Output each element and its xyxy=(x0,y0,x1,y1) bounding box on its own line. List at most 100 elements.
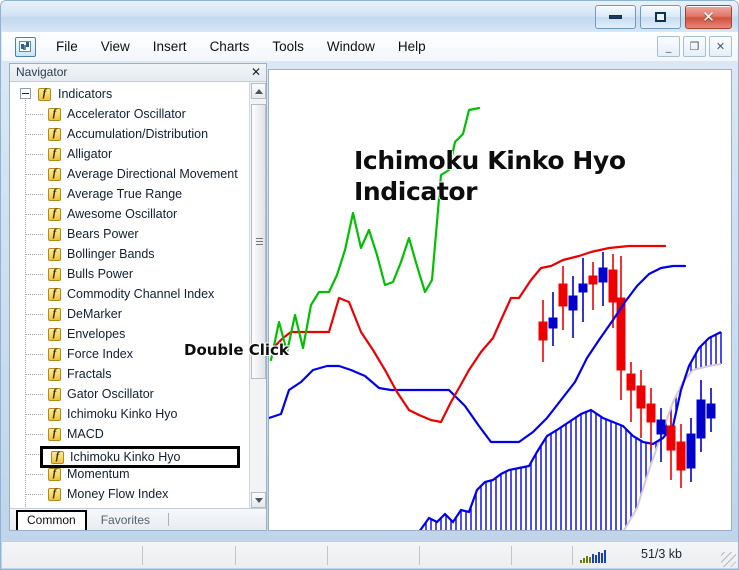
indicator-function-icon xyxy=(48,427,61,441)
navigator-close-icon[interactable]: ✕ xyxy=(251,64,261,80)
mdi-restore-button[interactable]: ❐ xyxy=(683,36,706,57)
traffic-label: 51/3 kb xyxy=(641,547,683,561)
selected-indicator-label: Ichimoku Kinko Hyo xyxy=(70,450,181,464)
navigator-scrollbar[interactable] xyxy=(249,82,266,509)
indicator-function-icon xyxy=(48,187,61,201)
tree-root-label: Indicators xyxy=(58,87,113,101)
menu-item-view[interactable]: View xyxy=(90,35,141,58)
tree-item-label: Bears Power xyxy=(67,227,139,241)
candle-body xyxy=(538,321,548,341)
tree-item-bulls-power[interactable]: Bulls Power xyxy=(10,264,249,284)
candle-body xyxy=(568,295,578,311)
selected-indicator-highlight[interactable]: Ichimoku Kinko Hyo xyxy=(40,446,240,468)
window-maximize-button[interactable] xyxy=(640,5,681,29)
tree-item-label: Awesome Oscillator xyxy=(67,207,178,221)
window-close-button[interactable]: ✕ xyxy=(685,5,732,29)
indicator-function-icon xyxy=(48,467,61,481)
signal-bar xyxy=(592,554,594,563)
menu-item-charts[interactable]: Charts xyxy=(199,35,261,58)
signal-bar xyxy=(589,557,591,563)
resize-grip-icon[interactable] xyxy=(721,552,736,567)
tree-item-label: Money Flow Index xyxy=(67,487,169,501)
status-divider xyxy=(142,546,143,565)
navigator-tree-body: Indicators Accelerator Oscillator Accumula… xyxy=(10,82,266,509)
application-window: ✕ File View Insert Charts Tools Window H… xyxy=(0,0,739,570)
status-divider xyxy=(327,546,328,565)
menu-item-help[interactable]: Help xyxy=(387,35,437,58)
indicator-function-icon xyxy=(51,450,64,464)
navigator-header: Navigator ✕ xyxy=(10,64,266,82)
tree-item-gator-oscillator[interactable]: Gator Oscillator xyxy=(10,384,249,404)
mdi-close-button[interactable]: ✕ xyxy=(709,36,732,57)
tree-item-demarker[interactable]: DeMarker xyxy=(10,304,249,324)
candle-body xyxy=(588,275,598,285)
menu-item-file[interactable]: File xyxy=(45,35,89,58)
signal-bar xyxy=(595,555,597,563)
signal-bar xyxy=(583,558,585,563)
tree-item-accumulation-distribution[interactable]: Accumulation/Distribution xyxy=(10,124,249,144)
candle-body xyxy=(686,433,696,469)
menu-bar: File View Insert Charts Tools Window Hel… xyxy=(2,32,738,61)
candle-body xyxy=(548,317,558,329)
tree-item-alligator[interactable]: Alligator xyxy=(10,144,249,164)
tree-item-average-directional-movement[interactable]: Average Directional Movement xyxy=(10,164,249,184)
maximize-icon xyxy=(655,12,666,22)
indicator-function-icon xyxy=(48,207,61,221)
tree-item-label: Accumulation/Distribution xyxy=(67,127,209,141)
tree-item-average-true-range[interactable]: Average True Range xyxy=(10,184,249,204)
candle-body xyxy=(656,419,666,435)
candle-body xyxy=(558,283,568,307)
tree-connector-icon xyxy=(26,234,43,235)
menu-item-window[interactable]: Window xyxy=(316,35,386,58)
tree-connector-icon xyxy=(26,334,43,335)
menu-item-tools[interactable]: Tools xyxy=(261,35,315,58)
indicator-function-icon xyxy=(48,387,61,401)
app-logo-icon xyxy=(15,36,36,57)
collapse-icon[interactable] xyxy=(20,88,31,99)
tree-item-awesome-oscillator[interactable]: Awesome Oscillator xyxy=(10,204,249,224)
tree-connector-icon xyxy=(26,374,43,375)
status-divider xyxy=(511,546,512,565)
tree-item-money-flow-index[interactable]: Money Flow Index xyxy=(10,484,249,504)
tree-item-ichimoku-kinko-hyo[interactable]: Ichimoku Kinko Hyo xyxy=(10,404,249,424)
scrollbar-thumb[interactable] xyxy=(251,104,266,379)
tree-item-commodity-channel-index[interactable]: Commodity Channel Index xyxy=(10,284,249,304)
tree-root-indicators[interactable]: Indicators xyxy=(10,84,249,104)
tab-favorites[interactable]: Favorites xyxy=(91,511,160,530)
tree-item-label: MACD xyxy=(67,427,104,441)
tab-common[interactable]: Common xyxy=(16,510,87,530)
tree-connector-icon xyxy=(26,434,43,435)
double-click-annotation: Double Click xyxy=(184,341,289,359)
signal-bar xyxy=(601,553,603,563)
tree-item-label: Average Directional Movement xyxy=(67,167,238,181)
window-titlebar: ✕ xyxy=(1,1,738,32)
mdi-minimize-button[interactable]: _ xyxy=(657,36,680,57)
scroll-down-arrow-icon[interactable] xyxy=(251,492,266,508)
tree-connector-icon xyxy=(26,114,43,115)
tree-item-accelerator-oscillator[interactable]: Accelerator Oscillator xyxy=(10,104,249,124)
tree-item-label: Fractals xyxy=(67,367,112,381)
tree-connector-icon xyxy=(26,314,43,315)
tree-item-label: Momentum xyxy=(67,467,130,481)
status-divider xyxy=(235,546,236,565)
status-divider xyxy=(419,546,420,565)
candle-body xyxy=(626,373,636,391)
tree-item-label: Ichimoku Kinko Hyo xyxy=(67,407,178,421)
chart-area[interactable]: Ichimoku Kinko Hyo Indicator xyxy=(268,69,732,531)
selected-indicator-row[interactable]: Ichimoku Kinko Hyo xyxy=(43,449,180,465)
kumo-cloud xyxy=(420,332,722,530)
menu-item-insert[interactable]: Insert xyxy=(142,35,198,58)
candle-body xyxy=(706,403,716,419)
indicator-function-icon xyxy=(48,407,61,421)
indicator-function-icon xyxy=(38,87,51,101)
tree-item-label: Force Index xyxy=(67,347,134,361)
candle-body xyxy=(646,403,656,423)
tree-item-fractals[interactable]: Fractals xyxy=(10,364,249,384)
tree-item-macd[interactable]: MACD xyxy=(10,424,249,444)
scroll-up-arrow-icon[interactable] xyxy=(251,83,266,99)
ichimoku-chart-svg xyxy=(269,106,722,530)
tree-item-bollinger-bands[interactable]: Bollinger Bands xyxy=(10,244,249,264)
tree-item-bears-power[interactable]: Bears Power xyxy=(10,224,249,244)
window-minimize-button[interactable] xyxy=(595,5,636,29)
tree-item-label: DeMarker xyxy=(67,307,122,321)
